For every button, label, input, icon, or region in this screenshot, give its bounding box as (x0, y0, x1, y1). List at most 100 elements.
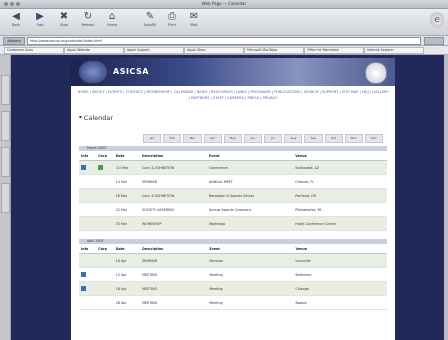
column-header: Description (140, 245, 208, 254)
month-tab-aug[interactable]: Aug (284, 134, 303, 143)
throbber-icon: e (430, 12, 444, 28)
venue-cell: Louisville (293, 253, 387, 268)
event-cell: Annual Awards Ceremony (206, 202, 294, 217)
home-button[interactable]: ⌂ Home (102, 11, 122, 27)
print-button[interactable]: ⎙ Print (162, 11, 182, 27)
venue-cell: Portland, OR (293, 188, 387, 203)
description-cell[interactable]: MEETING (140, 281, 208, 296)
web-page: ASICSA HOME | ABOUT | EVENTS | CONTACT |… (11, 55, 448, 340)
table-row[interactable]: 12 Apr MEETING Meeting Baltimore (79, 267, 387, 282)
month-tab-sep[interactable]: Sep (304, 134, 323, 143)
toolbar-label: Back (11, 23, 21, 27)
bullet-icon: ▪ (79, 114, 82, 119)
toolbar-label: Refresh (81, 23, 95, 27)
favorite-link[interactable]: Office for Macintosh (304, 47, 364, 54)
mail-button[interactable]: ✉ Mail (184, 11, 204, 27)
info-cell (79, 188, 97, 203)
month-tab-may[interactable]: May (223, 134, 242, 143)
description-cell[interactable]: MEETING (140, 267, 208, 282)
date-cell: 26 Apr (113, 295, 141, 310)
table-row[interactable]: 3-5 Mar Conf. & EXHIBITION Conference Scott… (79, 160, 387, 175)
table-row[interactable]: 22 Mar SOCIETY ASSEMBLY Annual Awards Cere… (79, 202, 387, 217)
browser-toolbar: ◀ Back ▶ Fwd ✖ Stop ↻ Refresh ⌂ Home ✎ AutoFill ⎙ Pri… (0, 9, 448, 36)
page-title: ▪ Calendar (79, 114, 114, 122)
table-row[interactable]: 18 Apr MEETING Meeting Chicago (79, 281, 387, 296)
table-row[interactable]: 14 Mar SEMINAR ANNUAL MEET Orlando, FL (79, 174, 387, 189)
description-cell[interactable]: SOCIETY ASSEMBLY (140, 202, 207, 217)
favorite-link[interactable]: Apple Store (184, 47, 244, 54)
description-cell[interactable]: SEMINAR (140, 253, 208, 268)
month-tab-apr[interactable]: Apr (203, 134, 222, 143)
month-tab-feb[interactable]: Feb (163, 134, 182, 143)
table-header-row: Info Corp Date Description Event Venue (79, 152, 387, 161)
site-nav-links[interactable]: HOME | ABOUT | EVENTS | CONTACT | MEMBER… (77, 89, 389, 101)
info-icon[interactable] (81, 164, 86, 170)
go-button[interactable] (424, 37, 444, 45)
refresh-button[interactable]: ↻ Refresh (78, 11, 98, 27)
explorer-side-tabs (0, 55, 11, 340)
autofill-button[interactable]: ✎ AutoFill (140, 11, 160, 27)
event-cell: Meeting (207, 281, 294, 296)
section-header: March 2003 (79, 146, 387, 151)
side-tab-scrapbook[interactable] (1, 183, 10, 213)
month-tab-oct[interactable]: Oct (324, 134, 343, 143)
address-bar: Address http://www.asicsa.org/calendar/i… (0, 36, 448, 46)
table-row[interactable]: 18 Mar Conf. & EXHIBITION Reception & Awar… (79, 188, 387, 203)
event-cell: Workshop (206, 216, 294, 231)
corp-cell (96, 202, 114, 217)
section-title: April 2003 (87, 239, 104, 243)
month-tab-jun[interactable]: Jun (243, 134, 263, 143)
side-tab-search[interactable] (1, 147, 10, 177)
month-tab-mar[interactable]: Mar (183, 134, 202, 143)
description-cell[interactable]: SEMINAR (140, 174, 207, 189)
favorite-link[interactable]: Microsoft MacTopia (244, 47, 304, 54)
side-tab-history[interactable] (1, 111, 10, 141)
fwd-button[interactable]: ▶ Fwd (30, 11, 50, 27)
table-row[interactable]: 10 Apr SEMINAR Seminar Louisville (79, 253, 387, 268)
description-cell[interactable]: Conf. & EXHIBITION (140, 188, 207, 203)
address-input[interactable]: http://www.asicsa.org/calendar/index.htm… (27, 37, 421, 45)
corp-icon[interactable] (98, 164, 104, 170)
stop-button[interactable]: ✖ Stop (54, 11, 74, 27)
info-cell (79, 253, 97, 268)
info-cell (79, 174, 97, 189)
venue-cell: Scottsdale, AZ (293, 160, 387, 175)
venue-cell: Hotel Conference Center (293, 216, 387, 231)
side-tab-favorites[interactable] (1, 75, 10, 105)
month-tab-jul[interactable]: Jul (264, 134, 283, 143)
favorite-link[interactable]: Apple Website (64, 47, 124, 54)
venue-cell: Boston (293, 295, 387, 310)
month-tab-nov[interactable]: Nov (344, 134, 363, 143)
description-cell[interactable]: WORKSHOP (140, 216, 207, 231)
site-banner: ASICSA (71, 58, 395, 86)
date-cell: 18 Apr (113, 281, 141, 296)
corp-cell (96, 295, 114, 310)
month-tab-jan[interactable]: Jan (143, 134, 162, 143)
favorite-link[interactable]: Apple Support (124, 47, 184, 54)
events-table: Info Corp Date Description Event Venue 3-5 Mar… (79, 152, 387, 231)
venue-cell: Orlando, FL (293, 174, 387, 189)
arrow-left-icon: ◀ (12, 11, 20, 22)
info-cell (79, 281, 97, 296)
arrow-right-icon: ▶ (36, 11, 44, 22)
info-cell (79, 267, 97, 282)
favorite-link[interactable]: Customize Links (4, 47, 64, 54)
table-row[interactable]: 25 Mar WORKSHOP Workshop Hotel Conference C… (79, 216, 387, 231)
description-cell[interactable]: MEETING (140, 295, 208, 310)
month-tab-dec[interactable]: Dec (364, 134, 384, 143)
table-row[interactable]: 26 Apr MEETING Meeting Boston (79, 295, 387, 310)
month-selector: Jan Feb Mar Apr May Jun Jul Aug Sep Oct Nov Dec (143, 134, 384, 143)
info-icon[interactable] (81, 285, 86, 291)
back-button[interactable]: ◀ Back (6, 11, 26, 27)
info-icon[interactable] (81, 271, 86, 277)
corp-cell (96, 174, 114, 189)
scrollbar[interactable] (444, 55, 448, 340)
site-logo[interactable]: ASICSA (113, 67, 149, 76)
description-cell[interactable]: Conf. & EXHIBITION (140, 160, 207, 175)
corp-cell (96, 281, 114, 296)
mail-icon: ✉ (189, 11, 199, 22)
favorite-link[interactable]: Internet Explorer (364, 47, 424, 54)
column-header: Corp (96, 245, 114, 254)
address-label: Address (3, 37, 25, 45)
globe-logo-icon (79, 61, 107, 83)
